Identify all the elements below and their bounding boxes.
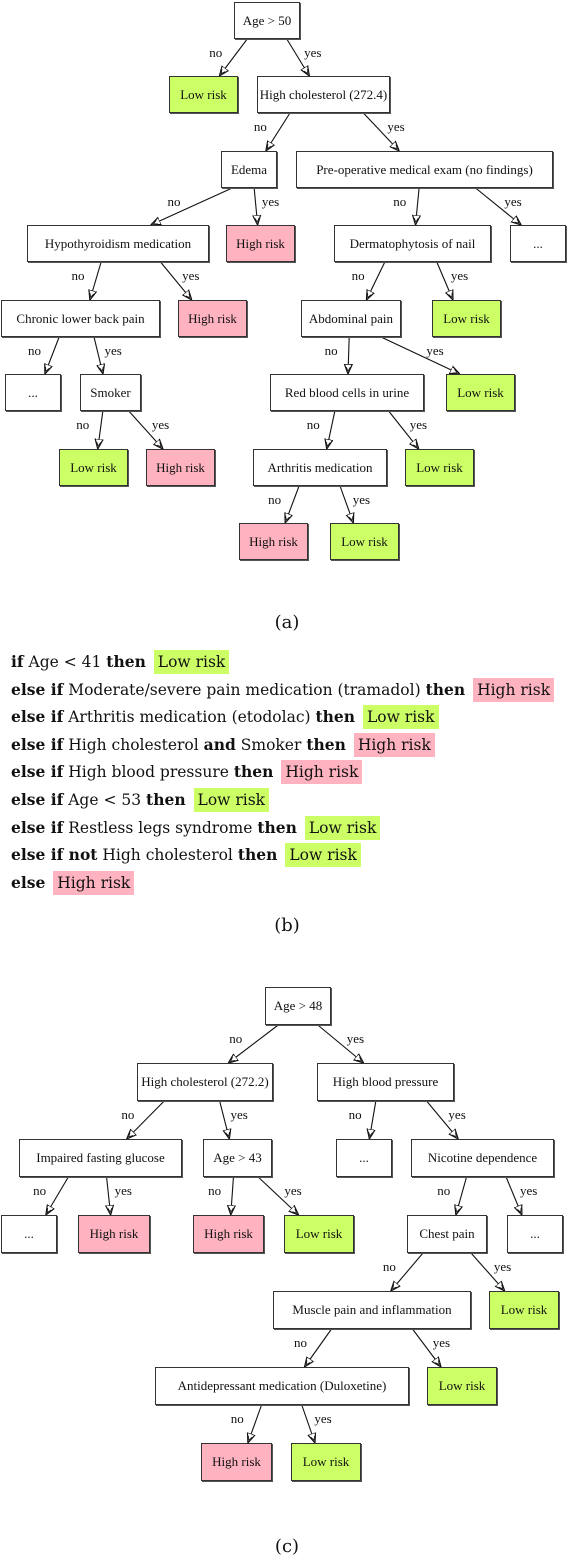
truncated-subtree-node: ... bbox=[336, 1139, 392, 1177]
edge-c6-c11 bbox=[456, 1176, 468, 1215]
edge-c3-c7 bbox=[46, 1176, 69, 1215]
edge-label-yes: yes bbox=[520, 1183, 538, 1198]
decision-node: High blood pressure bbox=[317, 1063, 454, 1101]
high-risk-leaf: High risk bbox=[193, 1215, 264, 1253]
decision-node: Antidepressant medication (Duloxetine) bbox=[155, 1367, 409, 1405]
edge-c15-c18 bbox=[301, 1404, 315, 1443]
edge-label-no: no bbox=[437, 1183, 451, 1198]
edge-c2-c5 bbox=[369, 1100, 377, 1139]
high-risk-leaf: High risk bbox=[201, 1443, 272, 1481]
high-risk-leaf: High risk bbox=[78, 1215, 150, 1253]
decision-node: Chest pain bbox=[407, 1215, 487, 1253]
node-label: High risk bbox=[204, 1226, 253, 1241]
node-label: Nicotine dependence bbox=[427, 1150, 538, 1165]
edge-label-no: no bbox=[229, 1031, 243, 1046]
edge-label-yes: yes bbox=[493, 1259, 512, 1274]
decision-node: Nicotine dependence bbox=[411, 1139, 554, 1177]
node-label: Low risk bbox=[295, 1226, 343, 1241]
node-label: High blood pressure bbox=[332, 1074, 439, 1089]
edge-c15-c17 bbox=[248, 1404, 263, 1443]
decision-node: Age > 43 bbox=[203, 1139, 272, 1177]
edge-label-no: no bbox=[230, 1411, 244, 1426]
node-label: ... bbox=[24, 1226, 34, 1241]
edge-label-yes: yes bbox=[114, 1183, 132, 1198]
edge-c3-c8 bbox=[107, 1176, 111, 1215]
node-label: Low risk bbox=[500, 1302, 548, 1317]
edge-c1-c4 bbox=[219, 1100, 230, 1139]
truncated-subtree-node: ... bbox=[507, 1215, 563, 1253]
edge-c13-c15 bbox=[305, 1328, 332, 1367]
node-label: Impaired fasting glucose bbox=[36, 1150, 165, 1165]
edge-label-yes: yes bbox=[448, 1107, 466, 1122]
decision-node: Age > 48 bbox=[265, 987, 331, 1025]
node-label: High risk bbox=[89, 1226, 139, 1241]
caption-c: (c) bbox=[274, 1536, 300, 1557]
edge-label-no: no bbox=[121, 1107, 135, 1122]
edge-label-yes: yes bbox=[284, 1183, 302, 1198]
edge-label-no: no bbox=[208, 1183, 222, 1198]
low-risk-leaf: Low risk bbox=[489, 1291, 559, 1329]
node-label: Muscle pain and inflammation bbox=[292, 1302, 452, 1317]
node-label: Age > 48 bbox=[273, 998, 323, 1013]
decision-node: High cholesterol (272.2) bbox=[137, 1063, 273, 1101]
edge-label-yes: yes bbox=[314, 1411, 332, 1426]
decision-node: Impaired fasting glucose bbox=[19, 1139, 182, 1177]
edge-label-yes: yes bbox=[432, 1335, 451, 1350]
edge-label-yes: yes bbox=[230, 1107, 248, 1122]
decision-tree-c: no yes no yes no yes no yes no yes no yes no yes no yes… bbox=[0, 0, 574, 1562]
edge-c4-c9 bbox=[231, 1176, 234, 1215]
edge-label-no: no bbox=[348, 1107, 362, 1122]
edge-label-yes: yes bbox=[346, 1031, 365, 1046]
decision-node: Muscle pain and inflammation bbox=[273, 1291, 471, 1329]
edge-label-no: no bbox=[33, 1183, 47, 1198]
low-risk-leaf: Low risk bbox=[284, 1215, 354, 1253]
node-label: High cholesterol (272.2) bbox=[141, 1074, 269, 1089]
node-label: Age > 43 bbox=[213, 1150, 262, 1165]
node-label: ... bbox=[359, 1150, 369, 1165]
edge-label-no: no bbox=[294, 1335, 307, 1350]
node-label: Chest pain bbox=[419, 1226, 475, 1241]
truncated-subtree-node: ... bbox=[1, 1215, 57, 1253]
node-label: Antidepressant medication (Duloxetine) bbox=[177, 1378, 387, 1393]
node-label: ... bbox=[530, 1226, 540, 1241]
node-label: High risk bbox=[212, 1454, 261, 1469]
node-label: Low risk bbox=[438, 1378, 486, 1393]
node-label: Low risk bbox=[302, 1454, 350, 1469]
edge-label-no: no bbox=[382, 1259, 396, 1274]
low-risk-leaf: Low risk bbox=[427, 1367, 497, 1405]
low-risk-leaf: Low risk bbox=[291, 1443, 361, 1481]
